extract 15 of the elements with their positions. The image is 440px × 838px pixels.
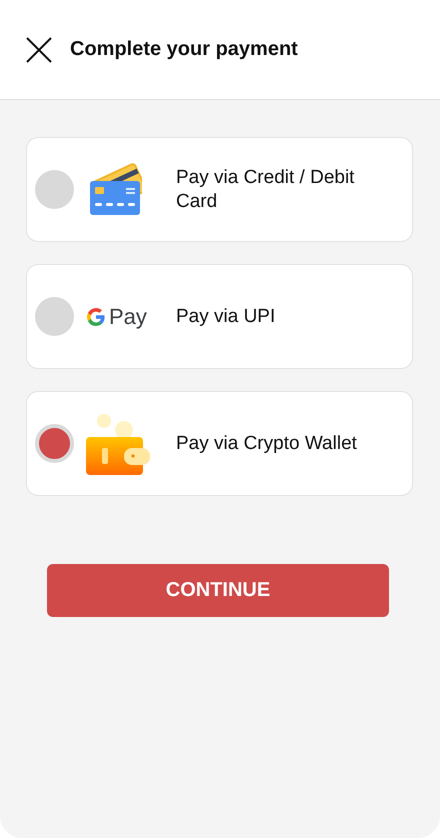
radio-button[interactable]: [35, 170, 74, 209]
option-label: Pay via Credit / Debit Card: [176, 166, 356, 214]
payment-option[interactable]: Pay via Credit / Debit Card: [26, 137, 413, 242]
payment-option[interactable]: Pay Pay via UPI: [26, 264, 413, 369]
option-label: Pay via UPI: [176, 304, 276, 328]
wallet-icon: [86, 412, 150, 474]
page-title: Complete your payment: [70, 38, 298, 61]
option-label: Pay via Crypto Wallet: [176, 432, 357, 456]
logo-text: Pay: [109, 304, 147, 330]
continue-button[interactable]: CONTINUE: [47, 564, 389, 617]
radio-button[interactable]: [35, 297, 74, 336]
radio-button[interactable]: [35, 424, 74, 463]
close-icon[interactable]: [26, 36, 52, 62]
google-g-icon: [86, 306, 106, 326]
payment-option[interactable]: Pay via Crypto Wallet: [26, 391, 413, 496]
